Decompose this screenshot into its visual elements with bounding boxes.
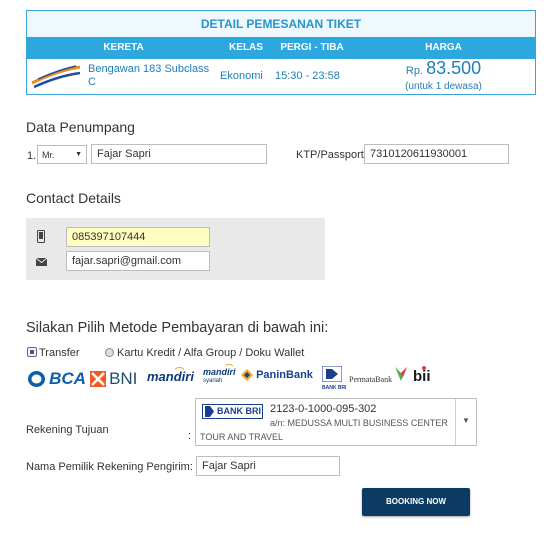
panin-emblem-icon [241, 369, 253, 382]
header-train: KERETA [103, 42, 144, 53]
mandiri-logo: mandiri ⌒ [147, 367, 194, 384]
sender-input[interactable]: Fajar Sapri [196, 456, 340, 476]
ticket-price: Rp. 83.500 (untuk 1 dewasa) [352, 58, 535, 93]
permata-logo: PermataBank [349, 367, 407, 393]
account-name: a/n: MEDUSSA MULTI BUSINESS CENTER [270, 418, 448, 428]
passenger-name-input[interactable]: Fajar Sapri [91, 144, 267, 164]
passenger-number: 1. [27, 150, 37, 162]
price-currency: Rp. [405, 65, 423, 77]
chevron-down-icon: ▼ [462, 416, 470, 425]
price-value: 83.500 [426, 58, 482, 78]
phone-input[interactable]: 085397107444 [66, 227, 210, 247]
train-logo-icon [31, 65, 81, 89]
ticket-detail-row: Bengawan 183 Subclass C Ekonomi 15:30 - … [27, 59, 535, 94]
transfer-label: Transfer [39, 347, 80, 359]
bca-logo: BCA [27, 369, 86, 389]
transfer-radio[interactable] [27, 347, 37, 357]
bca-emblem-icon [28, 371, 45, 387]
train-name-line2: C [88, 76, 96, 88]
header-class: KELAS [229, 42, 263, 53]
card-label: Kartu Kredit / Alfa Group / Doku Wallet [117, 347, 305, 359]
card-radio[interactable] [105, 348, 114, 357]
bri-badge-icon [205, 406, 214, 417]
train-class: Ekonomi [220, 70, 263, 82]
train-name-line1: Bengawan 183 Subclass [88, 63, 210, 75]
sender-label: Nama Pemilik Rekening Pengirim: [26, 461, 193, 473]
title-select[interactable]: Mr. ▼ [37, 145, 87, 164]
ktp-label: KTP/Passport [296, 149, 364, 161]
bni-logo: BNI [90, 369, 137, 389]
account-colon: : [188, 430, 192, 442]
account-dropdown[interactable]: BANK BRI 2123-0-1000-095-302 a/n: MEDUSS… [195, 398, 477, 446]
chevron-down-icon: ▼ [75, 151, 82, 158]
bri-logo: BANK BRI [321, 365, 346, 391]
header-price: HARGA [425, 42, 462, 53]
mandiri-swoosh-icon: ⌒ [175, 367, 185, 377]
passenger-section-title: Data Penumpang [26, 119, 135, 135]
bri-badge: BANK BRI [202, 404, 263, 419]
bri-emblem-icon [321, 365, 343, 383]
train-time: 15:30 - 23:58 [275, 70, 340, 82]
contact-section-title: Contact Details [26, 190, 121, 206]
ticket-title: DETAIL PEMESANAN TIKET [27, 11, 535, 37]
ticket-summary: DETAIL PEMESANAN TIKET KERETA KELAS PERG… [26, 10, 536, 95]
title-select-value: Mr. [42, 150, 55, 160]
ticket-header-row: KERETA KELAS PERGI - TIBA HARGA [27, 37, 535, 59]
account-label: Rekening Tujuan [26, 424, 109, 436]
header-route: PERGI - TIBA [280, 42, 344, 53]
phone-icon [37, 230, 45, 243]
mandiri-syariah-swoosh-icon: ⌒ [225, 364, 233, 373]
bii-dot-icon [422, 366, 426, 370]
account-number: 2123-0-1000-095-302 [270, 403, 377, 415]
ktp-input[interactable]: 7310120611930001 [364, 144, 509, 164]
payment-section-title: Silakan Pilih Metode Pembayaran di bawah… [26, 320, 329, 336]
booking-now-button[interactable]: BOOKING NOW [362, 488, 470, 516]
email-input[interactable]: fajar.sapri@gmail.com [66, 251, 210, 271]
permata-leaf-icon [395, 367, 407, 381]
envelope-icon [36, 258, 47, 266]
account-name-2: TOUR AND TRAVEL [200, 432, 284, 442]
bni-emblem-icon [90, 371, 106, 387]
contact-box: 085397107444 fajar.sapri@gmail.com [26, 218, 325, 280]
panin-logo: PaninBank [241, 369, 313, 389]
train-name: Bengawan 183 Subclass C [88, 63, 209, 89]
bii-logo: bii [413, 366, 431, 385]
mandiri-syariah-logo: mandiri syariah ⌒ [203, 364, 236, 384]
price-note: (untuk 1 dewasa) [405, 81, 482, 92]
